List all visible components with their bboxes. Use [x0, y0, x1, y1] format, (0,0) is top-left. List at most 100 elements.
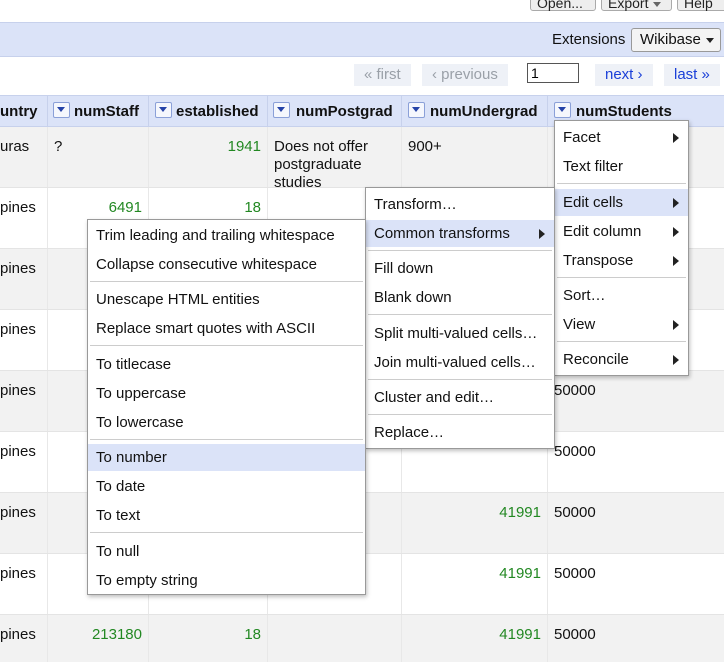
menu-item-join-multi-valued[interactable]: Join multi-valued cells…: [366, 349, 554, 376]
cell-country[interactable]: pines: [0, 615, 48, 662]
column-menu-button[interactable]: [53, 102, 70, 118]
menu-item-facet[interactable]: Facet: [555, 124, 688, 151]
cell-numpostgrad[interactable]: [268, 615, 402, 662]
menu-item-blank-down[interactable]: Blank down: [366, 284, 554, 311]
menu-item-reconcile[interactable]: Reconcile: [555, 346, 688, 373]
menu-item-to-text[interactable]: To text: [88, 502, 365, 529]
menu-item-label: Blank down: [374, 289, 452, 306]
column-menu-button[interactable]: [554, 102, 571, 118]
open-button[interactable]: Open...: [530, 0, 596, 11]
chevron-down-icon: [705, 37, 714, 43]
cell-country[interactable]: pines: [0, 249, 48, 309]
cell-established[interactable]: 18: [149, 615, 268, 662]
extensions-bar: Extensions Wikibase: [0, 22, 724, 57]
menu-item-to-titlecase[interactable]: To titlecase: [88, 351, 365, 378]
menu-item-edit-column[interactable]: Edit column: [555, 218, 688, 245]
menu-item-fill-down[interactable]: Fill down: [366, 255, 554, 282]
column-header-numstaff[interactable]: numStaff: [48, 96, 149, 127]
column-header-established[interactable]: established: [149, 96, 268, 127]
menu-item-to-uppercase[interactable]: To uppercase: [88, 380, 365, 407]
menu-item-text-filter[interactable]: Text filter: [555, 153, 688, 180]
first-page-link[interactable]: « first: [354, 64, 411, 86]
cell-country[interactable]: pines: [0, 432, 48, 492]
column-header-country[interactable]: untry: [0, 96, 48, 127]
menu-item-replace-smart-quotes[interactable]: Replace smart quotes with ASCII: [88, 315, 365, 342]
menu-item-label: To text: [96, 507, 141, 524]
menu-item-label: Transpose: [563, 252, 634, 269]
column-header-label: numPostgrad: [296, 103, 393, 120]
menu-item-label: Split multi-valued cells…: [374, 325, 538, 342]
cell-country[interactable]: pines: [0, 188, 48, 248]
cell-numundergrad[interactable]: 41991: [402, 615, 548, 662]
cell-numstudents[interactable]: 50000: [548, 371, 724, 431]
help-button[interactable]: Help: [677, 0, 724, 11]
cell-country[interactable]: uras: [0, 127, 48, 187]
menu-item-label: Sort…: [563, 287, 606, 304]
chevron-right-icon: [673, 198, 679, 208]
menu-item-label: Collapse consecutive whitespace: [96, 256, 317, 273]
menu-item-label: Replace…: [374, 424, 445, 441]
export-button[interactable]: Export: [601, 0, 672, 11]
menu-divider: [90, 532, 363, 533]
menu-item-replace[interactable]: Replace…: [366, 419, 554, 446]
cell-numstudents[interactable]: 50000: [548, 493, 724, 553]
chevron-right-icon: [673, 227, 679, 237]
previous-page-link[interactable]: ‹ previous: [422, 64, 508, 86]
cell-numundergrad[interactable]: 41991: [402, 554, 548, 614]
menu-item-collapse-whitespace[interactable]: Collapse consecutive whitespace: [88, 251, 365, 278]
menu-item-to-null[interactable]: To null: [88, 538, 365, 565]
menu-divider: [557, 183, 686, 184]
cell-country[interactable]: pines: [0, 310, 48, 370]
edit-cells-submenu: Transform… Common transforms Fill down B…: [365, 187, 555, 449]
menu-item-unescape-html[interactable]: Unescape HTML entities: [88, 286, 365, 313]
menu-item-edit-cells[interactable]: Edit cells: [555, 189, 688, 216]
column-header-numundergrad[interactable]: numUndergrad: [402, 96, 548, 127]
last-page-link[interactable]: last »: [664, 64, 720, 86]
cell-numstudents[interactable]: 50000: [548, 432, 724, 492]
wikibase-button[interactable]: Wikibase: [631, 28, 721, 52]
column-header-label: numUndergrad: [430, 103, 538, 120]
menu-item-label: Reconcile: [563, 351, 629, 368]
cell-numundergrad[interactable]: 900+: [402, 127, 548, 187]
menu-item-trim-whitespace[interactable]: Trim leading and trailing whitespace: [88, 222, 365, 249]
column-header-numpostgrad[interactable]: numPostgrad: [268, 96, 402, 127]
cell-numstudents[interactable]: 50000: [548, 554, 724, 614]
cell-country[interactable]: pines: [0, 371, 48, 431]
cell-numundergrad[interactable]: 41991: [402, 493, 548, 553]
menu-item-to-empty-string[interactable]: To empty string: [88, 567, 365, 594]
menu-item-label: Edit cells: [563, 194, 624, 211]
menu-item-label: To lowercase: [96, 414, 184, 431]
column-menu-button[interactable]: [273, 102, 290, 118]
chevron-down-icon: [558, 107, 566, 112]
menu-item-to-lowercase[interactable]: To lowercase: [88, 409, 365, 436]
common-transforms-submenu: Trim leading and trailing whitespace Col…: [87, 219, 366, 595]
menu-item-label: Text filter: [563, 158, 624, 175]
cell-numstaff[interactable]: ?: [48, 127, 149, 187]
menu-item-transpose[interactable]: Transpose: [555, 247, 688, 274]
cell-numstudents[interactable]: 50000: [548, 615, 724, 662]
menu-item-to-number[interactable]: To number: [88, 444, 365, 471]
cell-country[interactable]: pines: [0, 554, 48, 614]
menu-item-split-multi-valued[interactable]: Split multi-valued cells…: [366, 320, 554, 347]
menu-divider: [557, 277, 686, 278]
menu-item-view[interactable]: View: [555, 311, 688, 338]
cell-country[interactable]: pines: [0, 493, 48, 553]
menu-item-sort[interactable]: Sort…: [555, 282, 688, 309]
cell-established[interactable]: 1941: [149, 127, 268, 187]
menu-item-transform[interactable]: Transform…: [366, 191, 554, 218]
page-number-input[interactable]: [527, 63, 579, 83]
menu-item-to-date[interactable]: To date: [88, 473, 365, 500]
chevron-right-icon: [673, 355, 679, 365]
menu-divider: [368, 379, 552, 380]
open-label: Open...: [537, 0, 583, 11]
menu-item-label: Unescape HTML entities: [96, 291, 260, 308]
column-menu-button[interactable]: [408, 102, 425, 118]
menu-item-common-transforms[interactable]: Common transforms: [366, 220, 554, 247]
column-menu-button[interactable]: [155, 102, 172, 118]
menu-item-label: Transform…: [374, 196, 457, 213]
cell-numpostgrad[interactable]: Does not offer postgraduate studies: [268, 127, 402, 187]
column-header-label: untry: [0, 103, 38, 120]
menu-item-cluster-and-edit[interactable]: Cluster and edit…: [366, 384, 554, 411]
next-page-link[interactable]: next ›: [595, 64, 653, 86]
cell-numstaff[interactable]: 213180: [48, 615, 149, 662]
